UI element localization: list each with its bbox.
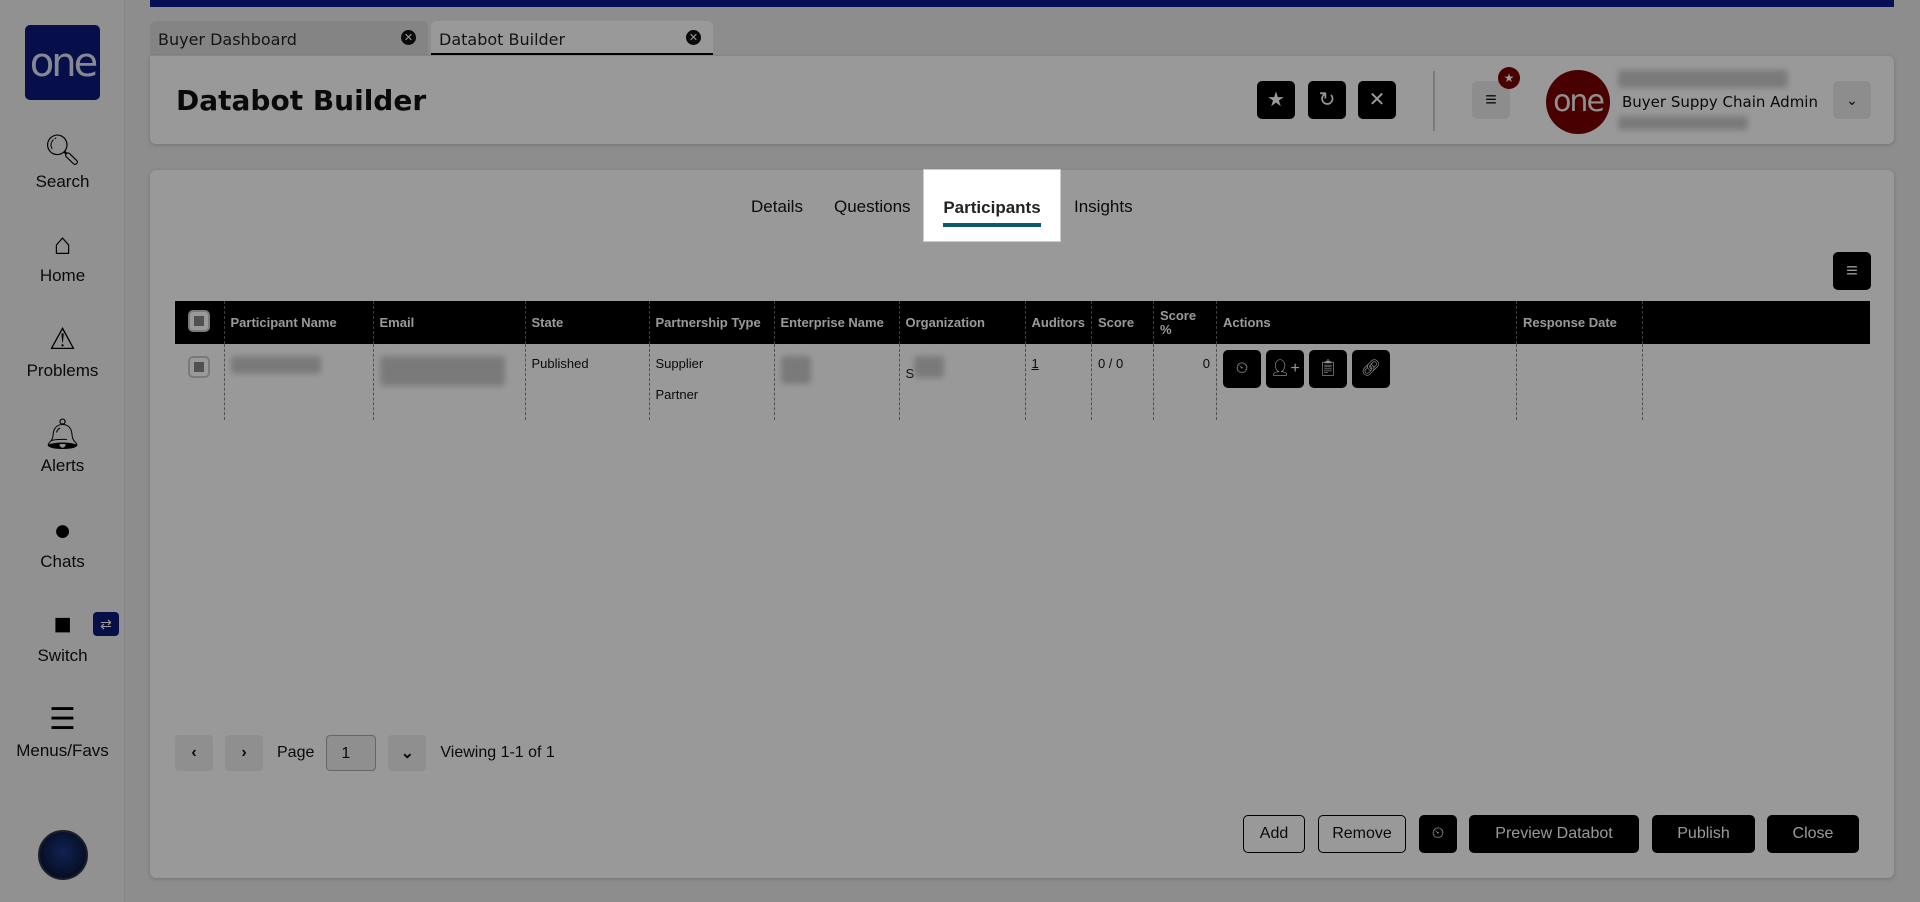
highlight-overlay [0, 0, 1920, 902]
tab-participants[interactable]: Participants [923, 169, 1061, 242]
